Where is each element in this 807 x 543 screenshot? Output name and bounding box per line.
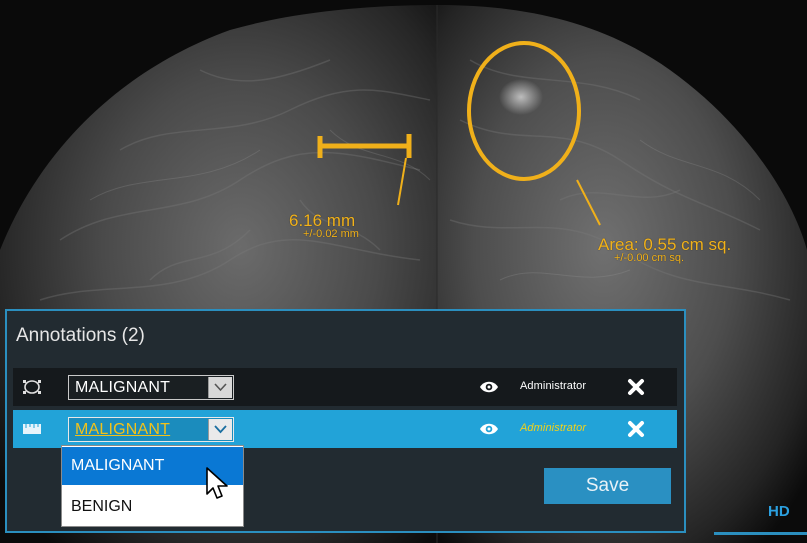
chevron-down-icon[interactable] [208,419,232,440]
classification-select[interactable]: MALIGNANT [68,417,234,442]
ellipse-tool-icon [21,376,43,398]
eye-icon[interactable] [479,422,499,436]
length-value: 6.16 mm [289,211,356,230]
classification-value: MALIGNANT [75,421,171,438]
classification-select[interactable]: MALIGNANT [68,375,234,400]
length-measurement-label: 6.16 mm +/-0.02 mm [289,212,359,240]
area-tolerance: +/-0.00 cm sq. [614,252,685,264]
annotation-row[interactable]: MALIGNANT Administrator [13,368,677,406]
close-icon[interactable] [627,420,645,438]
close-icon[interactable] [627,378,645,396]
ruler-tool-icon [21,418,43,440]
area-value: Area: 0.55 cm sq. [598,235,732,254]
annotation-author: Administrator [520,422,587,434]
chevron-down-icon[interactable] [208,377,232,398]
length-tolerance: +/-0.02 mm [303,228,359,240]
mouse-cursor-icon [204,466,234,502]
hd-badge[interactable]: HD [768,503,790,520]
annotation-author: Administrator [520,380,587,392]
panel-title: Annotations (2) [16,325,145,346]
hd-indicator-bar [714,532,807,535]
save-button[interactable]: Save [544,468,671,504]
annotation-row-selected[interactable]: MALIGNANT Administrator [13,410,677,448]
area-measurement-label: Area: 0.55 cm sq. +/-0.00 cm sq. [598,236,731,264]
classification-value: MALIGNANT [75,379,171,396]
eye-icon[interactable] [479,380,499,394]
